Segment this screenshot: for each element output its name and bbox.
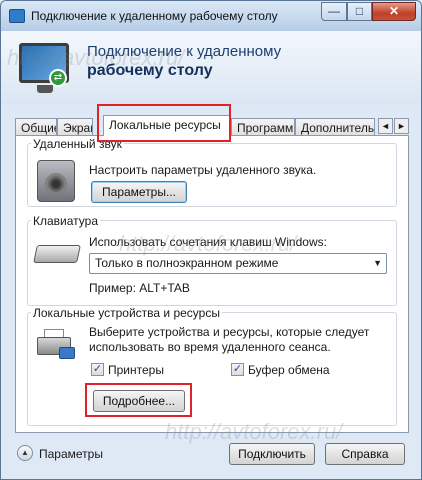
devices-description-line1: Выберите устройства и ресурсы, которые с…	[89, 325, 370, 339]
tab-scroll-left-icon[interactable]: ◄	[378, 118, 393, 134]
disk-icon	[59, 347, 75, 359]
expand-options-icon[interactable]: ▲	[17, 445, 33, 461]
clipboard-label: Буфер обмена	[248, 363, 330, 377]
tab-programs[interactable]: Программы	[231, 118, 295, 136]
keyboard-group-legend: Клавиатура	[31, 214, 100, 228]
tab-scroll-right-icon[interactable]: ►	[394, 118, 409, 134]
help-button[interactable]: Справка	[325, 443, 405, 465]
close-button[interactable]: ✕	[372, 2, 416, 21]
monitor-stand-icon	[37, 85, 53, 93]
windows-keys-selected-value: Только в полноэкранном режиме	[95, 256, 279, 270]
maximize-button[interactable]: □	[347, 2, 372, 21]
rdp-window: Подключение к удаленному рабочему столу …	[0, 0, 422, 480]
sound-description: Настроить параметры удаленного звука.	[89, 163, 317, 177]
windows-keys-select[interactable]: Только в полноэкранном режиме ▼	[89, 253, 387, 274]
more-highlight-box	[85, 383, 192, 417]
header-banner: ⇄ Подключение к удаленному рабочему стол…	[1, 31, 421, 105]
sound-settings-button[interactable]: Параметры...	[91, 181, 187, 203]
minimize-button[interactable]: —	[321, 2, 347, 21]
keyboard-icon	[33, 245, 81, 263]
tab-screen[interactable]: Экран	[57, 118, 93, 136]
printers-checkbox[interactable]: ✓	[91, 363, 104, 376]
printer-disk-icon	[37, 329, 77, 359]
keyboard-description: Использовать сочетания клавиш Windows:	[89, 235, 327, 249]
printers-label: Принтеры	[108, 363, 164, 377]
clipboard-checkbox[interactable]: ✓	[231, 363, 244, 376]
tab-advanced[interactable]: Дополнительно	[295, 118, 375, 136]
devices-group-legend: Локальные устройства и ресурсы	[31, 306, 222, 320]
devices-description-line2: использовать во время удаленного сеанса.	[89, 340, 331, 354]
title-bar[interactable]: Подключение к удаленному рабочему столу …	[1, 1, 421, 31]
rdp-app-icon	[9, 9, 25, 23]
connect-button[interactable]: Подключить	[229, 443, 315, 465]
speaker-icon	[37, 160, 75, 202]
chevron-down-icon[interactable]: ▼	[373, 254, 382, 273]
keyboard-example: Пример: ALT+TAB	[89, 281, 190, 295]
banner-title-line2: рабочему столу	[87, 62, 213, 79]
connect-arrow-icon: ⇄	[49, 69, 67, 87]
window-title: Подключение к удаленному рабочему столу	[31, 9, 278, 23]
tab-general[interactable]: Общие	[15, 118, 57, 136]
options-toggle-label[interactable]: Параметры	[39, 447, 103, 461]
tab-highlight-box	[97, 104, 231, 142]
banner-title-line1: Подключение к удаленному	[87, 43, 282, 60]
